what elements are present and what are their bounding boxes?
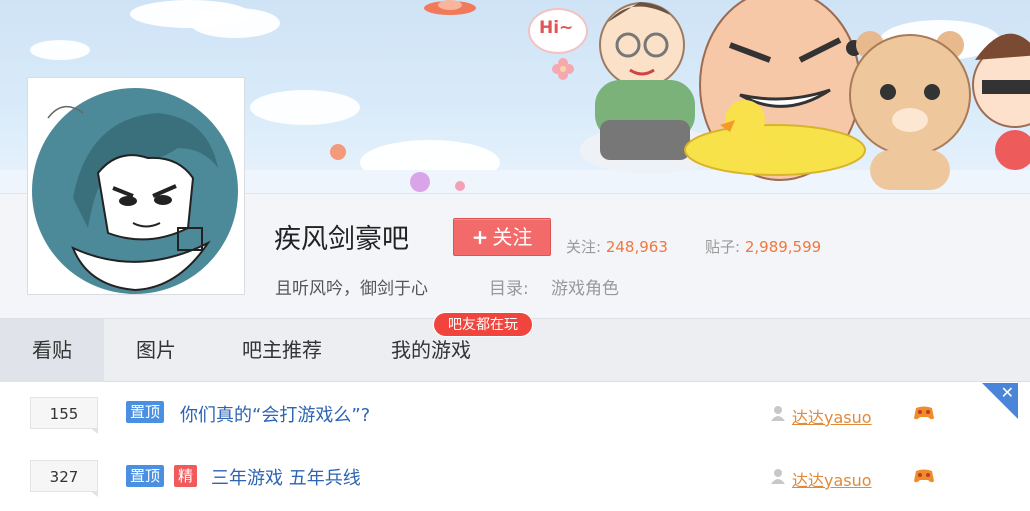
- avatar-illustration: [28, 78, 244, 294]
- game-controller-icon[interactable]: [913, 405, 935, 421]
- thread-author[interactable]: 达达yasuo: [792, 467, 872, 491]
- game-controller-icon[interactable]: [913, 468, 935, 484]
- tab-moderator-picks[interactable]: 吧主推荐: [222, 319, 342, 382]
- forum-slogan: 且听风吟，御剑于心: [275, 279, 428, 299]
- thread-row[interactable]: 327 置顶 精 三年游戏 五年兵线 达达yasuo: [0, 445, 1030, 505]
- followers-count: 248,963: [605, 238, 668, 256]
- directory-label: 目录:: [489, 279, 529, 299]
- follow-button[interactable]: + 关注: [453, 218, 551, 256]
- pinned-tag: 置顶: [126, 465, 165, 487]
- reply-count: 155: [30, 397, 98, 434]
- thread-title[interactable]: 你们真的“会打游戏么”?: [180, 401, 370, 427]
- thread-list: 155 置顶 你们真的“会打游戏么”? 达达yasuo 327 置顶 精 三年游…: [0, 383, 1030, 511]
- followers-label: 关注:: [566, 238, 602, 256]
- directory-link[interactable]: 游戏角色: [551, 274, 619, 299]
- reply-count: 327: [30, 460, 98, 497]
- posts-stat: 贴子: 2,989,599: [705, 236, 821, 257]
- close-corner-button[interactable]: ✕: [982, 383, 1018, 419]
- thread-author[interactable]: 达达yasuo: [792, 404, 872, 428]
- user-icon: [771, 469, 785, 484]
- forum-title: 疾风剑豪吧: [274, 224, 409, 255]
- follow-label: 关注: [492, 225, 533, 249]
- ufo-illustration: [424, 0, 476, 15]
- tab-posts[interactable]: 看贴: [0, 319, 104, 382]
- posts-count: 2,989,599: [744, 238, 822, 256]
- decoration-dots: [330, 144, 465, 192]
- featured-tag: 精: [174, 465, 198, 487]
- followers-stat: 关注: 248,963: [566, 236, 668, 257]
- pinned-tag: 置顶: [126, 401, 165, 423]
- thread-title[interactable]: 三年游戏 五年兵线: [211, 464, 361, 490]
- close-icon: ✕: [1000, 383, 1014, 402]
- friends-playing-badge[interactable]: 吧友都在玩: [433, 312, 533, 337]
- thread-row[interactable]: 155 置顶 你们真的“会打游戏么”? 达达yasuo: [0, 383, 1030, 443]
- tab-pictures[interactable]: 图片: [110, 319, 202, 382]
- greeting-text: Hi~: [539, 18, 574, 38]
- posts-label: 贴子:: [705, 238, 741, 256]
- cartoon-characters-illustration: [580, 0, 1030, 190]
- user-icon: [771, 406, 785, 421]
- forum-avatar[interactable]: [27, 77, 245, 295]
- plus-icon: +: [471, 225, 489, 249]
